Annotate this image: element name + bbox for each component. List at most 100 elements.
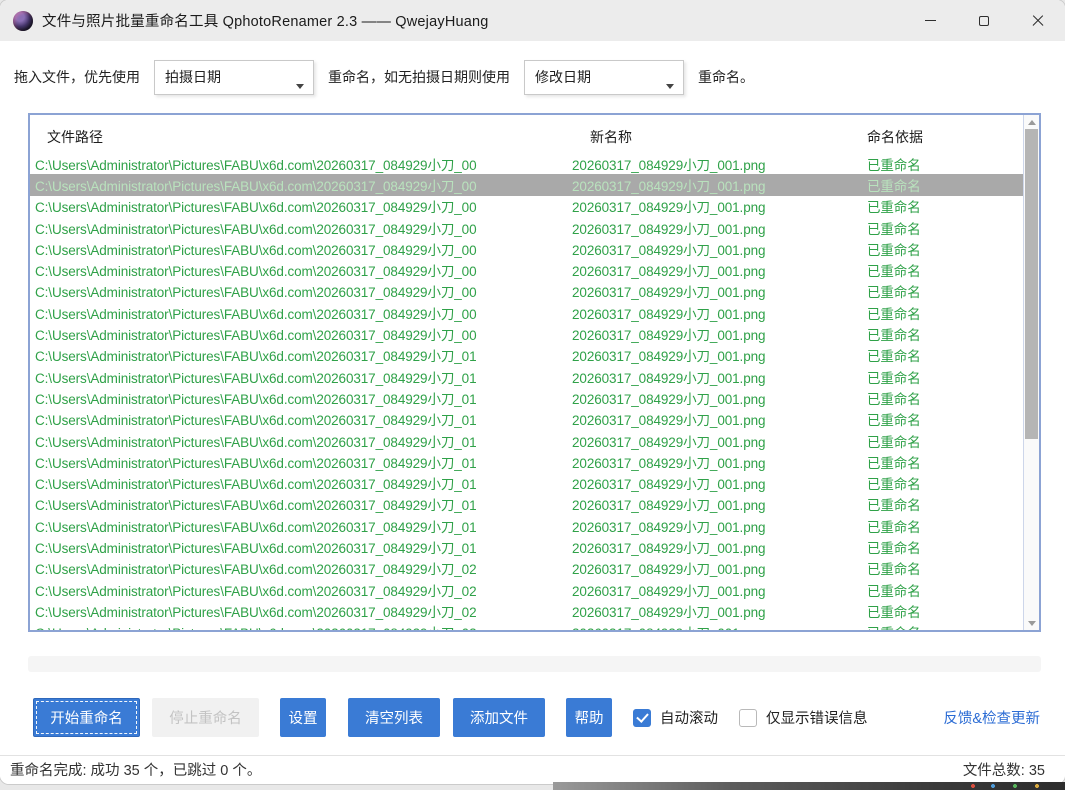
cell-new-name: 20260317_084929小刀_001.png xyxy=(572,367,867,387)
cell-new-name: 20260317_084929小刀_001.png xyxy=(572,494,867,514)
cell-status: 已重命名 xyxy=(867,239,1023,259)
auto-scroll-label: 自动滚动 xyxy=(660,707,718,728)
table-row[interactable]: C:\Users\Administrator\Pictures\FABU\x6d… xyxy=(30,409,1023,430)
cell-file-path: C:\Users\Administrator\Pictures\FABU\x6d… xyxy=(35,175,572,195)
add-files-button[interactable]: 添加文件 xyxy=(453,698,545,737)
status-message: 重命名完成: 成功 35 个，已跳过 0 个。 xyxy=(10,759,261,780)
chevron-down-icon xyxy=(296,84,304,89)
table-row[interactable]: C:\Users\Administrator\Pictures\FABU\x6d… xyxy=(30,302,1023,323)
cell-status: 已重命名 xyxy=(867,494,1023,514)
cell-file-path: C:\Users\Administrator\Pictures\FABU\x6d… xyxy=(35,154,572,174)
toolbar-label-suffix: 重命名。 xyxy=(698,67,754,87)
table-row[interactable]: C:\Users\Administrator\Pictures\FABU\x6d… xyxy=(30,345,1023,366)
cell-status: 已重命名 xyxy=(867,516,1023,536)
cell-file-path: C:\Users\Administrator\Pictures\FABU\x6d… xyxy=(35,516,572,536)
table-row[interactable]: C:\Users\Administrator\Pictures\FABU\x6d… xyxy=(30,387,1023,408)
table-row[interactable]: C:\Users\Administrator\Pictures\FABU\x6d… xyxy=(30,494,1023,515)
file-count: 文件总数: 35 xyxy=(963,759,1045,780)
table-row[interactable]: C:\Users\Administrator\Pictures\FABU\x6d… xyxy=(30,238,1023,259)
clear-list-button[interactable]: 清空列表 xyxy=(348,698,440,737)
cell-status: 已重命名 xyxy=(867,281,1023,301)
cell-status: 已重命名 xyxy=(867,558,1023,578)
column-header-path: 文件路径 xyxy=(47,127,103,147)
table-body: C:\Users\Administrator\Pictures\FABU\x6d… xyxy=(30,153,1023,630)
cell-new-name: 20260317_084929小刀_001.png xyxy=(572,260,867,280)
cell-new-name: 20260317_084929小刀_001.png xyxy=(572,324,867,344)
cell-file-path: C:\Users\Administrator\Pictures\FABU\x6d… xyxy=(35,345,572,365)
table-row[interactable]: C:\Users\Administrator\Pictures\FABU\x6d… xyxy=(30,323,1023,344)
cell-new-name: 20260317_084929小刀_001.png xyxy=(572,622,867,630)
scrollbar-thumb[interactable] xyxy=(1025,129,1038,439)
feedback-update-link[interactable]: 反馈&检查更新 xyxy=(943,707,1040,728)
chevron-down-icon xyxy=(666,84,674,89)
cell-new-name: 20260317_084929小刀_001.png xyxy=(572,303,867,323)
table-row[interactable]: C:\Users\Administrator\Pictures\FABU\x6d… xyxy=(30,600,1023,621)
cell-new-name: 20260317_084929小刀_001.png xyxy=(572,239,867,259)
taskbar-sliver xyxy=(553,782,1065,790)
table-row[interactable]: C:\Users\Administrator\Pictures\FABU\x6d… xyxy=(30,451,1023,472)
table-row[interactable]: C:\Users\Administrator\Pictures\FABU\x6d… xyxy=(30,622,1023,630)
cell-status: 已重命名 xyxy=(867,537,1023,557)
secondary-date-select-value: 修改日期 xyxy=(535,67,591,87)
errors-only-checkbox[interactable]: 仅显示错误信息 xyxy=(739,707,868,728)
auto-scroll-checkbox[interactable]: 自动滚动 xyxy=(633,707,718,728)
maximize-button[interactable] xyxy=(957,0,1011,41)
cell-new-name: 20260317_084929小刀_001.png xyxy=(572,175,867,195)
cell-status: 已重命名 xyxy=(867,580,1023,600)
settings-button[interactable]: 设置 xyxy=(280,698,326,737)
cell-file-path: C:\Users\Administrator\Pictures\FABU\x6d… xyxy=(35,537,572,557)
table-row[interactable]: C:\Users\Administrator\Pictures\FABU\x6d… xyxy=(30,558,1023,579)
minimize-icon xyxy=(925,20,936,21)
cell-file-path: C:\Users\Administrator\Pictures\FABU\x6d… xyxy=(35,473,572,493)
cell-file-path: C:\Users\Administrator\Pictures\FABU\x6d… xyxy=(35,601,572,621)
vertical-scrollbar[interactable] xyxy=(1023,115,1039,630)
cell-file-path: C:\Users\Administrator\Pictures\FABU\x6d… xyxy=(35,452,572,472)
cell-status: 已重命名 xyxy=(867,218,1023,238)
app-icon xyxy=(13,11,33,31)
table-row[interactable]: C:\Users\Administrator\Pictures\FABU\x6d… xyxy=(30,153,1023,174)
table-row[interactable]: C:\Users\Administrator\Pictures\FABU\x6d… xyxy=(30,196,1023,217)
table-row[interactable]: C:\Users\Administrator\Pictures\FABU\x6d… xyxy=(30,536,1023,557)
column-header-basis: 命名依据 xyxy=(867,127,923,147)
cell-status: 已重命名 xyxy=(867,622,1023,630)
minimize-button[interactable] xyxy=(903,0,957,41)
start-rename-button[interactable]: 开始重命名 xyxy=(33,698,140,737)
status-bar: 重命名完成: 成功 35 个，已跳过 0 个。 文件总数: 35 xyxy=(0,755,1065,784)
action-bar: 开始重命名 停止重命名 设置 清空列表 添加文件 帮助 自动滚动 仅显示错误信息… xyxy=(33,698,1045,737)
cell-new-name: 20260317_084929小刀_001.png xyxy=(572,580,867,600)
table-row[interactable]: C:\Users\Administrator\Pictures\FABU\x6d… xyxy=(30,259,1023,280)
table-row[interactable]: C:\Users\Administrator\Pictures\FABU\x6d… xyxy=(30,217,1023,238)
table-row[interactable]: C:\Users\Administrator\Pictures\FABU\x6d… xyxy=(30,281,1023,302)
window-controls xyxy=(903,0,1065,41)
primary-date-select[interactable]: 拍摄日期 xyxy=(154,60,314,95)
cell-file-path: C:\Users\Administrator\Pictures\FABU\x6d… xyxy=(35,218,572,238)
table-row[interactable]: C:\Users\Administrator\Pictures\FABU\x6d… xyxy=(30,174,1023,195)
cell-status: 已重命名 xyxy=(867,303,1023,323)
cell-new-name: 20260317_084929小刀_001.png xyxy=(572,452,867,472)
errors-only-label: 仅显示错误信息 xyxy=(766,707,868,728)
cell-status: 已重命名 xyxy=(867,196,1023,216)
table-header: 文件路径 新名称 命名依据 xyxy=(30,115,1039,153)
cell-file-path: C:\Users\Administrator\Pictures\FABU\x6d… xyxy=(35,260,572,280)
checkbox-unchecked-icon xyxy=(739,709,757,727)
secondary-date-select[interactable]: 修改日期 xyxy=(524,60,684,95)
close-button[interactable] xyxy=(1011,0,1065,41)
scrollbar-up-icon[interactable] xyxy=(1024,115,1039,129)
stop-rename-button: 停止重命名 xyxy=(152,698,259,737)
cell-status: 已重命名 xyxy=(867,175,1023,195)
cell-status: 已重命名 xyxy=(867,260,1023,280)
cell-new-name: 20260317_084929小刀_001.png xyxy=(572,516,867,536)
table-row[interactable]: C:\Users\Administrator\Pictures\FABU\x6d… xyxy=(30,472,1023,493)
cell-new-name: 20260317_084929小刀_001.png xyxy=(572,431,867,451)
table-row[interactable]: C:\Users\Administrator\Pictures\FABU\x6d… xyxy=(30,579,1023,600)
cell-new-name: 20260317_084929小刀_001.png xyxy=(572,537,867,557)
cell-status: 已重命名 xyxy=(867,473,1023,493)
scrollbar-down-icon[interactable] xyxy=(1024,616,1039,630)
table-row[interactable]: C:\Users\Administrator\Pictures\FABU\x6d… xyxy=(30,515,1023,536)
progress-bar xyxy=(28,656,1041,672)
help-button[interactable]: 帮助 xyxy=(566,698,612,737)
cell-status: 已重命名 xyxy=(867,345,1023,365)
table-row[interactable]: C:\Users\Administrator\Pictures\FABU\x6d… xyxy=(30,430,1023,451)
table-row[interactable]: C:\Users\Administrator\Pictures\FABU\x6d… xyxy=(30,366,1023,387)
cell-status: 已重命名 xyxy=(867,431,1023,451)
